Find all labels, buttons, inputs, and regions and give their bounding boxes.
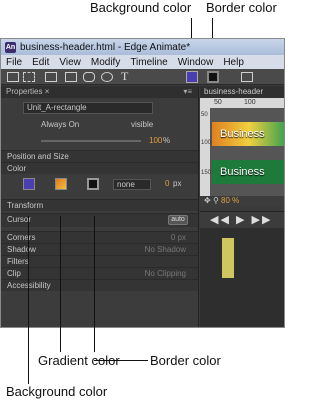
border-color-swatch[interactable] xyxy=(87,178,99,190)
vruler-mark: 50 xyxy=(201,112,208,118)
corners-section[interactable]: Corners 0 px xyxy=(1,231,198,243)
color-section[interactable]: Color xyxy=(1,162,198,174)
ruler-mark: 100 xyxy=(244,99,256,106)
stage-tab[interactable]: business-header xyxy=(200,86,284,98)
cursor-section[interactable]: Cursor auto xyxy=(1,213,198,227)
timeline-track[interactable] xyxy=(222,238,234,278)
menu-bar: File Edit View Modify Timeline Window He… xyxy=(1,55,284,69)
element-name-field[interactable]: Unit_A-rectangle xyxy=(23,102,153,114)
shadow-label: Shadow xyxy=(7,245,36,254)
title-bar: An business-header.html - Edge Animate* xyxy=(1,39,284,55)
callout-line xyxy=(94,360,148,361)
properties-tab[interactable]: Properties × ▾≡ xyxy=(1,86,198,98)
ruler-mark: 50 xyxy=(214,99,222,106)
menu-file[interactable]: File xyxy=(1,57,27,68)
toolbar-border-color-swatch[interactable] xyxy=(207,71,219,83)
background-color-swatch[interactable] xyxy=(23,178,35,190)
border-style-select[interactable]: none xyxy=(113,179,151,190)
always-on-value[interactable]: Always On xyxy=(41,120,79,130)
clip-section[interactable]: Clip No Clipping xyxy=(1,267,198,279)
callout-line xyxy=(94,216,95,352)
menu-help[interactable]: Help xyxy=(218,57,249,68)
stage-panel: business-header 50 100 50 100 150 Busine… xyxy=(200,86,284,206)
visible-value[interactable]: visible xyxy=(131,120,153,130)
position-size-section[interactable]: Position and Size xyxy=(1,150,198,162)
menu-window[interactable]: Window xyxy=(173,57,219,68)
vruler-mark: 150 xyxy=(201,170,212,176)
cursor-auto-button[interactable]: auto xyxy=(168,215,188,225)
stage-banner-gradient[interactable]: Business xyxy=(212,122,284,146)
menu-edit[interactable]: Edit xyxy=(27,57,54,68)
edge-animate-logo-icon: An xyxy=(5,41,16,53)
callout-line xyxy=(60,216,61,352)
window-title: business-header.html - Edge Animate* xyxy=(20,41,191,53)
opacity-value[interactable]: 100 xyxy=(149,136,162,146)
properties-panel: Properties × ▾≡ Unit_A-rectangle Always … xyxy=(1,86,199,327)
stage-options-icon[interactable] xyxy=(241,72,253,82)
zoom-search-icon[interactable]: ⚲ xyxy=(213,196,219,205)
callout-border-color-top: Border color xyxy=(206,0,277,15)
vertical-ruler: 50 100 150 xyxy=(200,108,212,198)
gradient-color-swatch[interactable] xyxy=(55,178,67,190)
stage-banner-green[interactable]: Business xyxy=(212,160,284,184)
filters-section[interactable]: Filters xyxy=(1,255,198,267)
accessibility-section[interactable]: Accessibility xyxy=(1,279,198,291)
callout-line xyxy=(28,216,29,384)
callout-border-color-bottom: Border color xyxy=(150,353,221,368)
transform-section[interactable]: Transform xyxy=(1,199,198,211)
rounded-rectangle-tool-icon[interactable] xyxy=(83,72,95,82)
shadow-section[interactable]: Shadow No Shadow xyxy=(1,243,198,255)
rectangle-tool-icon[interactable] xyxy=(65,72,77,82)
toolbar: T xyxy=(1,69,284,85)
menu-timeline[interactable]: Timeline xyxy=(125,57,172,68)
vruler-mark: 100 xyxy=(201,140,212,146)
playback-controls[interactable]: ◀◀ ▶ ▶▶ xyxy=(200,212,284,228)
opacity-slider[interactable] xyxy=(41,140,141,142)
app-window: An business-header.html - Edge Animate* … xyxy=(0,38,285,328)
text-tool-icon[interactable]: T xyxy=(121,69,128,84)
zoom-value[interactable]: 80 % xyxy=(221,196,239,205)
clipping-tool-icon[interactable] xyxy=(45,72,57,82)
opacity-unit: % xyxy=(163,136,171,145)
toolbar-background-color-swatch[interactable] xyxy=(186,71,198,83)
panel-menu-icon[interactable]: ▾≡ xyxy=(183,86,192,98)
corners-label: Corners xyxy=(7,233,36,242)
clip-label: Clip xyxy=(7,269,21,278)
border-width-value[interactable]: 0 xyxy=(165,179,169,189)
menu-view[interactable]: View xyxy=(54,57,86,68)
selection-tool-icon[interactable] xyxy=(7,72,19,82)
stage-footer: ✥ ⚲ 80 % xyxy=(200,196,284,206)
transform-tool-icon[interactable] xyxy=(23,72,35,82)
horizontal-ruler: 50 100 xyxy=(200,98,284,108)
border-width-unit: px xyxy=(173,179,182,188)
timeline-panel: ◀◀ ▶ ▶▶ xyxy=(200,211,284,327)
menu-modify[interactable]: Modify xyxy=(86,57,125,68)
callout-background-color-top: Background color xyxy=(90,0,192,15)
ellipse-tool-icon[interactable] xyxy=(101,72,113,82)
callout-background-color-bottom: Background color xyxy=(6,384,108,399)
color-row: none 0 px xyxy=(1,176,198,196)
properties-tab-label: Properties xyxy=(6,87,43,96)
